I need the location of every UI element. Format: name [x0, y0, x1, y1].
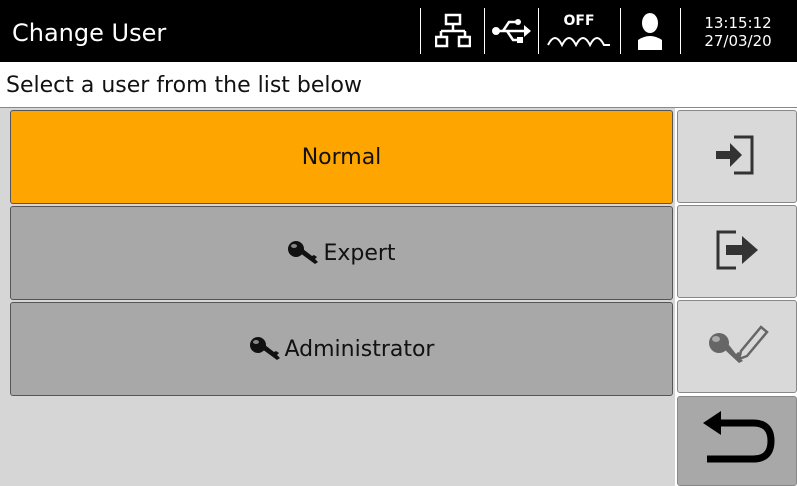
logout-icon [712, 228, 762, 276]
user-button-administrator[interactable]: Administrator [10, 302, 673, 396]
user-label: Administrator [284, 336, 435, 362]
clock-time: 13:15:12 [704, 14, 772, 32]
separator [420, 8, 421, 54]
instruction-text: Select a user from the list below [0, 62, 797, 108]
user-label: Expert [323, 240, 396, 266]
clock-date: 27/03/20 [704, 32, 772, 50]
back-button[interactable] [677, 396, 797, 486]
side-toolbar [675, 108, 797, 486]
heater-off-icon: OFF [540, 8, 618, 54]
login-icon [712, 133, 762, 181]
change-password-button[interactable] [677, 300, 797, 393]
usb-icon [486, 8, 536, 54]
user-list: Normal Expert Administrator [0, 108, 675, 486]
separator [680, 8, 681, 54]
page-title: Change User [12, 19, 167, 47]
separator [620, 8, 621, 54]
change-password-icon [705, 321, 769, 373]
logout-button[interactable] [677, 205, 797, 298]
user-icon [622, 8, 678, 54]
separator [538, 8, 539, 54]
network-icon [424, 8, 482, 54]
back-icon [697, 411, 777, 471]
user-button-expert[interactable]: Expert [10, 206, 673, 300]
key-icon [249, 336, 281, 362]
user-label: Normal [301, 144, 382, 170]
key-icon [287, 240, 319, 266]
clock: 13:15:12 27/03/20 [688, 8, 788, 54]
user-button-normal[interactable]: Normal [10, 110, 673, 204]
separator [484, 8, 485, 54]
login-button[interactable] [677, 110, 797, 203]
heater-status-label: OFF [563, 13, 595, 29]
title-bar: Change User OFF 13:15:12 27/03/20 [0, 0, 797, 62]
